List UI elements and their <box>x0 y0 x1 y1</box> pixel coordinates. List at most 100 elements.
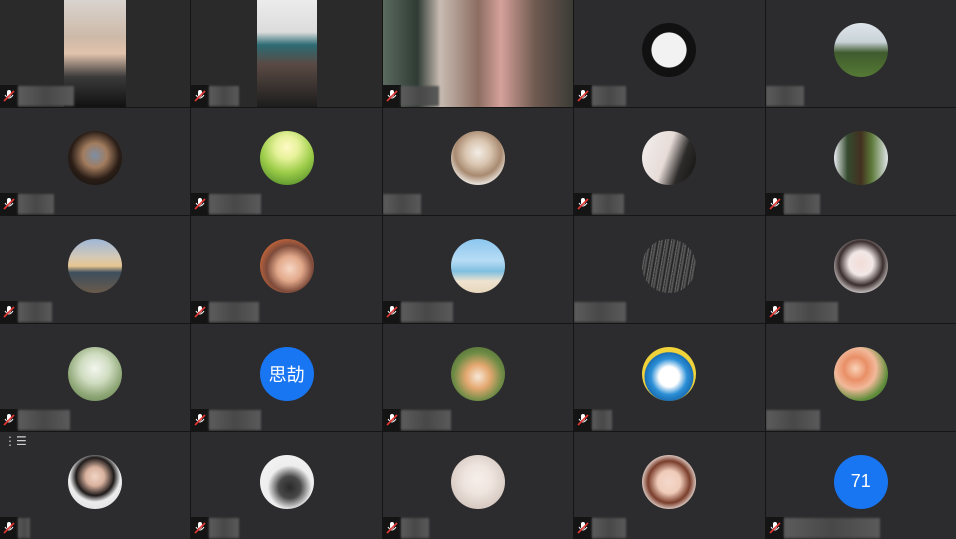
participant-grid: 思劼 ⋮☰ 71 <box>0 0 956 539</box>
participant-tile[interactable] <box>0 324 191 431</box>
participant-name <box>209 194 262 214</box>
mic-muted-icon[interactable] <box>382 85 401 107</box>
calligraphy-logo-avatar <box>642 22 697 77</box>
participant-name <box>400 86 439 106</box>
photo-avatar <box>68 130 123 185</box>
mic-muted-icon[interactable] <box>0 301 18 323</box>
participant-name <box>18 86 74 106</box>
tree-avatar <box>833 22 888 77</box>
participant-name <box>209 410 262 430</box>
mic-muted-icon[interactable] <box>191 85 210 107</box>
participant-tile[interactable] <box>765 324 956 431</box>
mic-muted-icon[interactable] <box>191 193 210 215</box>
participant-tile[interactable]: 71 <box>765 432 956 539</box>
dark-grass-avatar <box>642 238 697 293</box>
name-bar <box>574 301 627 323</box>
participant-tile[interactable] <box>191 108 382 215</box>
participant-tile[interactable] <box>0 108 191 215</box>
mic-muted-icon[interactable] <box>574 85 593 107</box>
participant-tile[interactable]: 思劼 <box>191 324 382 431</box>
name-bar <box>574 85 627 107</box>
mic-muted-icon[interactable] <box>191 409 210 431</box>
participant-name <box>400 410 451 430</box>
participant-name <box>765 410 820 430</box>
name-bar <box>765 85 804 107</box>
participant-tile[interactable] <box>191 432 382 539</box>
participant-tile[interactable] <box>574 432 765 539</box>
name-bar <box>765 517 880 539</box>
participant-tile[interactable] <box>574 108 765 215</box>
participant-name <box>783 194 820 214</box>
mic-muted-icon[interactable] <box>765 193 784 215</box>
person-avatar <box>833 130 888 185</box>
participant-tile[interactable] <box>382 0 574 107</box>
participant-tile[interactable] <box>574 0 765 107</box>
participant-name <box>592 86 627 106</box>
participant-tile[interactable] <box>382 432 574 539</box>
participant-name <box>400 302 453 322</box>
name-bar <box>191 409 262 431</box>
nature-avatar <box>68 346 123 401</box>
list-menu-icon[interactable]: ⋮☰ <box>4 434 27 448</box>
participant-name <box>592 518 627 538</box>
participant-tile[interactable] <box>765 108 956 215</box>
participant-name <box>209 518 240 538</box>
flowers-avatar <box>259 130 314 185</box>
text-avatar: 71 <box>833 454 888 509</box>
woman-avatar <box>68 454 123 509</box>
name-bar <box>382 193 421 215</box>
name-bar <box>382 85 439 107</box>
name-bar <box>191 517 240 539</box>
participant-tile[interactable] <box>0 0 191 107</box>
mic-muted-icon[interactable] <box>574 193 593 215</box>
participant-tile[interactable]: ⋮☰ <box>0 432 191 539</box>
mic-muted-icon[interactable] <box>765 517 784 539</box>
mic-muted-icon[interactable] <box>191 301 210 323</box>
participant-tile[interactable] <box>382 216 574 323</box>
doraemon-avatar <box>642 346 697 401</box>
participant-name <box>209 86 240 106</box>
participant-name <box>783 518 880 538</box>
mic-muted-icon[interactable] <box>574 409 593 431</box>
participant-name <box>382 194 421 214</box>
participant-name <box>592 194 625 214</box>
participant-name <box>209 302 260 322</box>
name-bar <box>382 301 453 323</box>
participant-tile[interactable] <box>574 216 765 323</box>
mic-muted-icon[interactable] <box>0 85 18 107</box>
participant-tile[interactable] <box>765 216 956 323</box>
name-bar <box>0 193 54 215</box>
participant-tile[interactable] <box>382 324 574 431</box>
name-bar <box>191 193 262 215</box>
participant-name <box>18 302 52 322</box>
participant-tile[interactable] <box>0 216 191 323</box>
name-bar <box>765 193 820 215</box>
illustration-avatar <box>833 238 888 293</box>
corgi-avatar <box>450 346 505 401</box>
participant-tile[interactable] <box>191 0 382 107</box>
mic-muted-icon[interactable] <box>0 409 18 431</box>
participant-name <box>18 518 30 538</box>
mic-muted-icon[interactable] <box>0 193 18 215</box>
name-bar <box>0 301 52 323</box>
mic-muted-icon[interactable] <box>382 517 401 539</box>
mic-muted-icon[interactable] <box>765 301 784 323</box>
participant-name <box>18 410 70 430</box>
roses-avatar <box>833 346 888 401</box>
participant-name <box>18 194 54 214</box>
portrait-avatar <box>642 130 697 185</box>
name-bar <box>574 193 625 215</box>
participant-tile[interactable] <box>574 324 765 431</box>
participant-tile[interactable] <box>191 216 382 323</box>
participant-tile[interactable] <box>382 108 574 215</box>
mic-muted-icon[interactable] <box>382 301 401 323</box>
mic-muted-icon[interactable] <box>0 517 18 539</box>
name-bar <box>382 517 429 539</box>
mic-muted-icon[interactable] <box>382 409 401 431</box>
mic-muted-icon[interactable] <box>574 517 593 539</box>
participant-name <box>400 518 429 538</box>
participant-name <box>574 302 627 322</box>
mic-muted-icon[interactable] <box>191 517 210 539</box>
participant-tile[interactable] <box>765 0 956 107</box>
name-bar <box>191 85 240 107</box>
